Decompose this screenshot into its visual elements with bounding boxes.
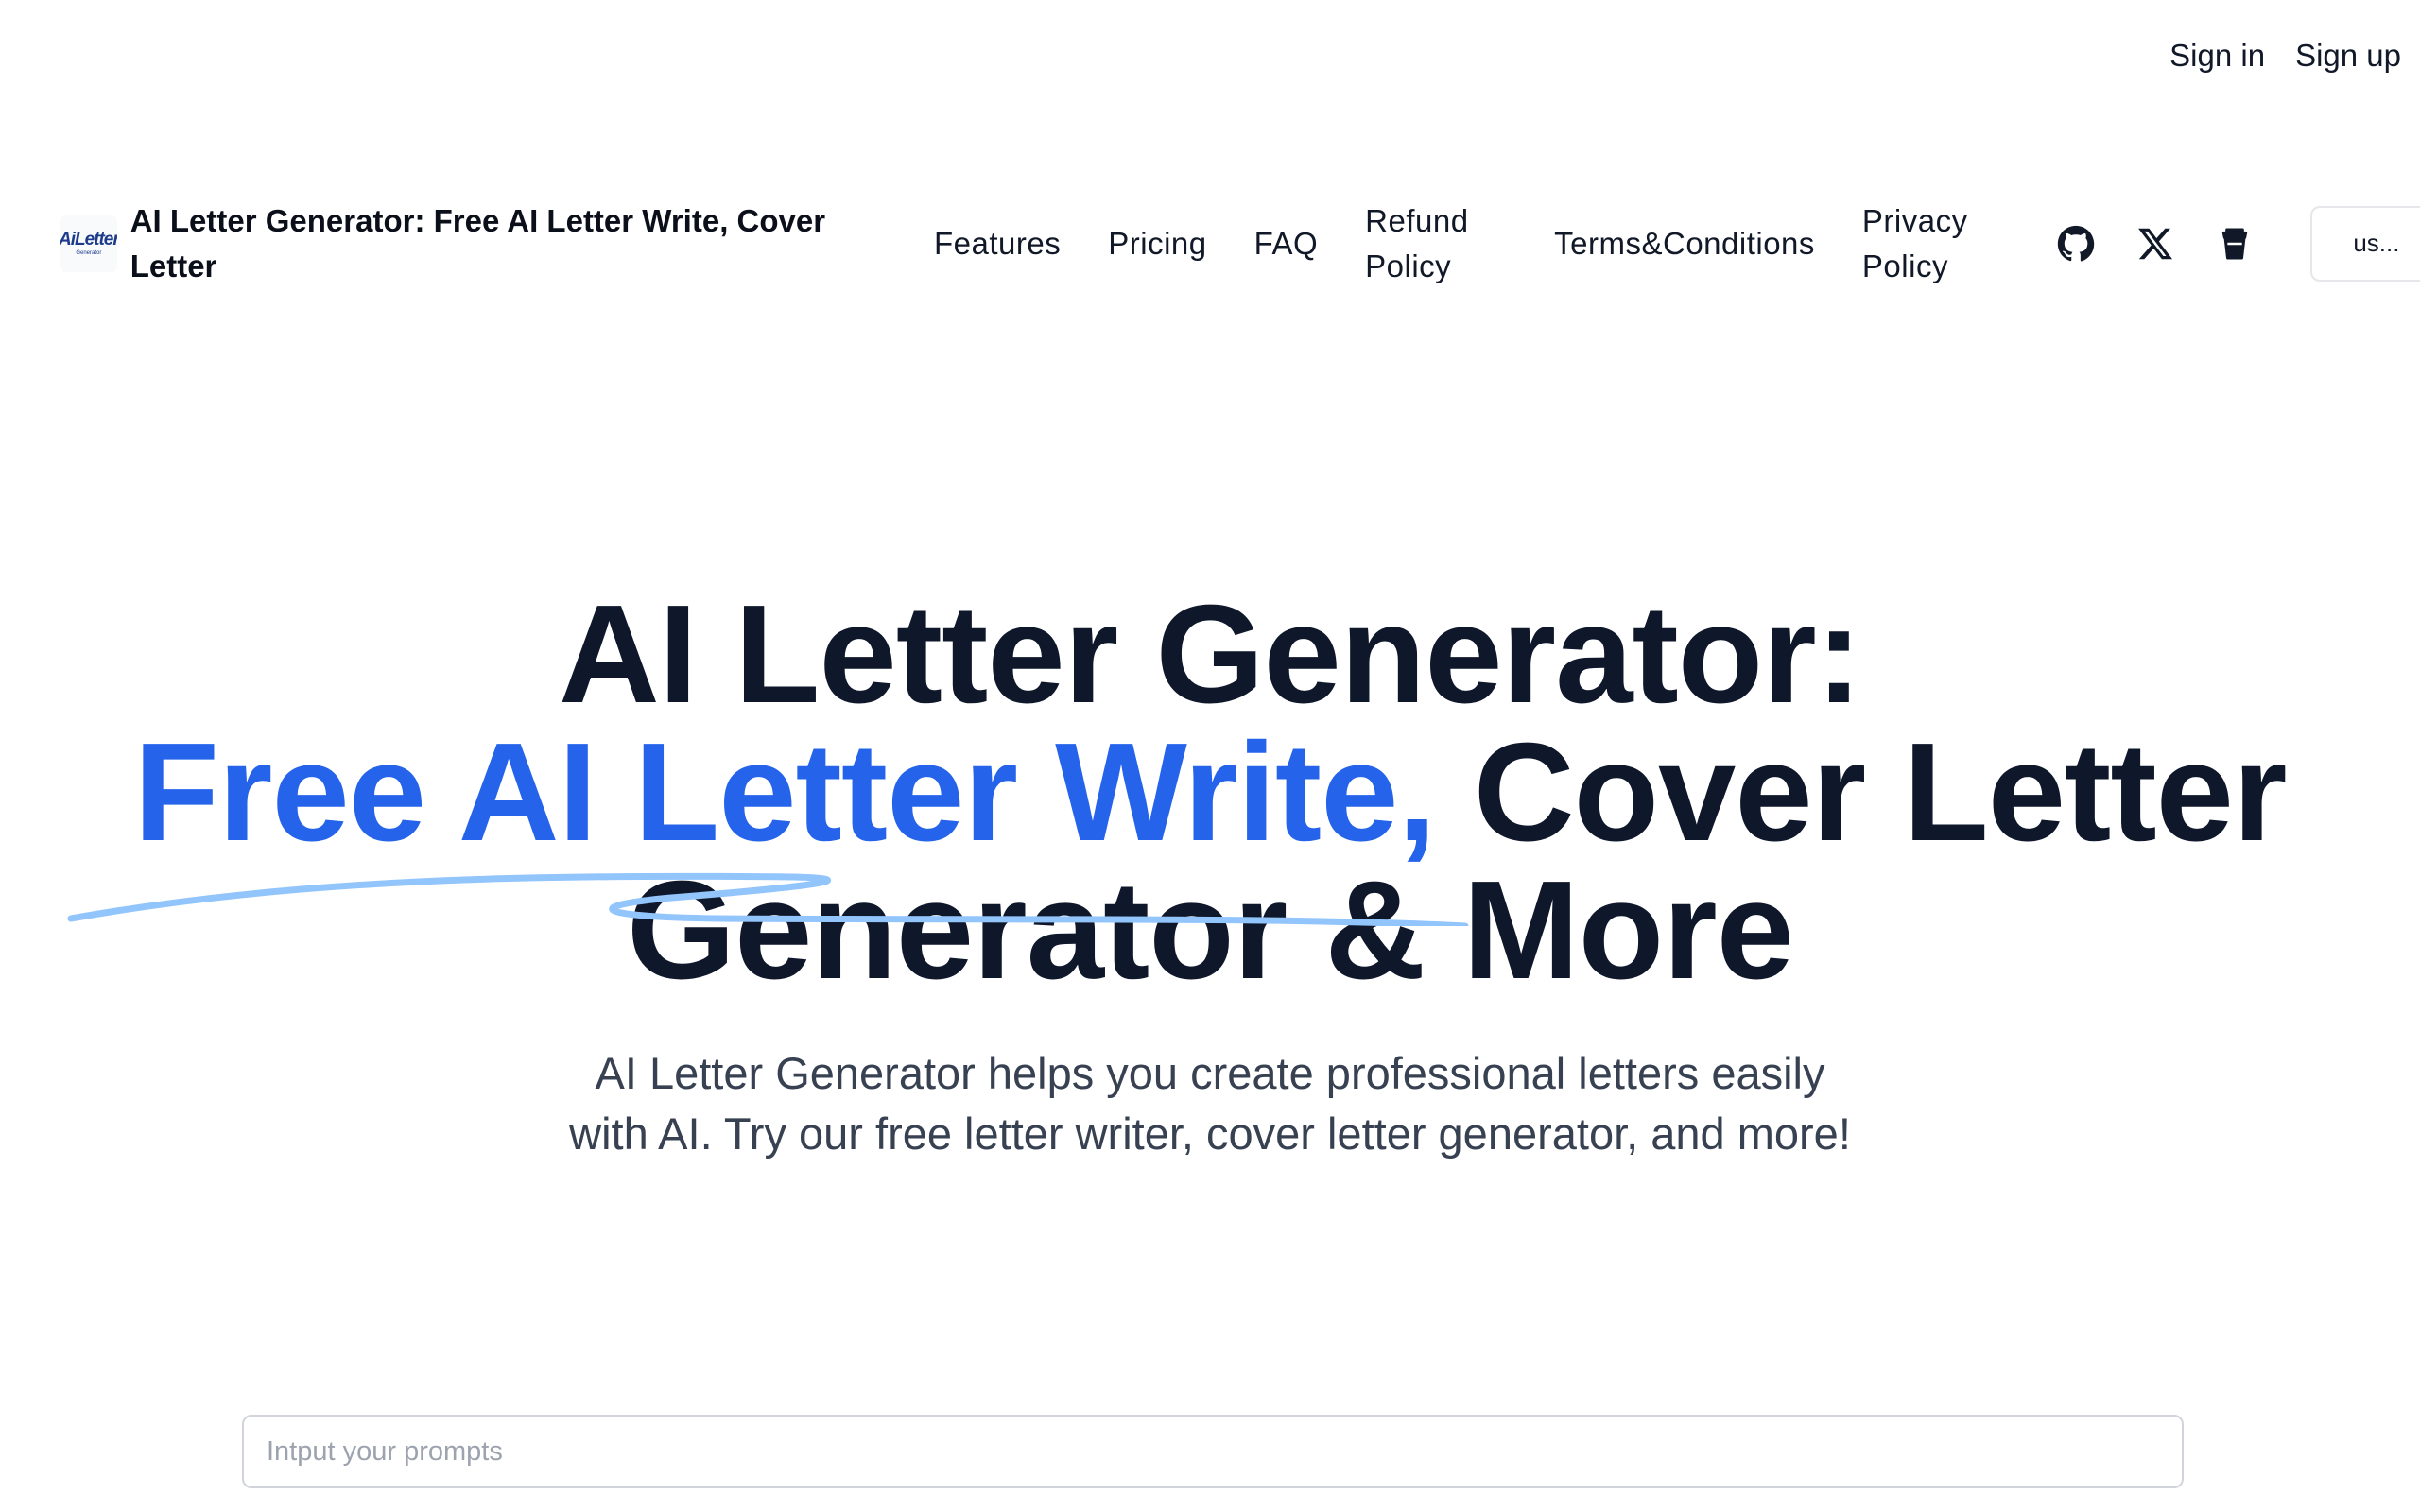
logo-text: AiLetter <box>60 230 117 249</box>
language-value: us... <box>2353 229 2400 257</box>
logo-subtext: Generator <box>76 250 102 256</box>
nav-item-refund-policy[interactable]: Refund Policy <box>1365 198 1507 289</box>
nav-item-faq[interactable]: FAQ <box>1254 221 1319 266</box>
github-icon[interactable] <box>2048 215 2104 272</box>
x-twitter-icon[interactable] <box>2127 215 2184 272</box>
hero-title-line-2: Free AI Letter Write, Cover Letter <box>0 723 2420 863</box>
sign-in-link[interactable]: Sign in <box>2169 38 2265 74</box>
logo: AiLetter Generator <box>60 215 117 272</box>
hero-title-line-1: AI Letter Generator: <box>558 576 1862 732</box>
hero-subtitle: AI Letter Generator helps you create pro… <box>569 1048 1851 1159</box>
hero-title-line-3: Generator & More <box>626 852 1794 1008</box>
page: Sign in Sign up AiLetter Generator AI Le… <box>0 0 2420 1512</box>
nav-item-features[interactable]: Features <box>934 221 1061 266</box>
hero-title-line-2-rest: Cover Letter <box>1435 714 2288 870</box>
hero-title: AI Letter Generator: Free AI Letter Writ… <box>0 576 2420 1008</box>
language-select[interactable]: us... <box>2309 205 2420 282</box>
sign-up-link[interactable]: Sign up <box>2295 38 2401 74</box>
brand-title: AI Letter Generator: Free AI Letter Writ… <box>130 202 826 284</box>
nav-item-terms-conditions[interactable]: Terms&Conditions <box>1554 221 1815 266</box>
hero-title-accent: Free AI Letter Write, <box>133 714 1436 870</box>
header: AiLetter Generator AI Letter Generator: … <box>60 194 2420 293</box>
coffee-cup-icon[interactable] <box>2206 215 2263 272</box>
nav-item-pricing[interactable]: Pricing <box>1108 221 1206 266</box>
main-nav: Features Pricing FAQ Refund Policy Terms… <box>934 198 2420 289</box>
brand[interactable]: AiLetter Generator AI Letter Generator: … <box>60 198 873 289</box>
nav-item-privacy-policy[interactable]: Privacy Policy <box>1862 198 2004 289</box>
prompt-input-wrapper <box>242 1415 2184 1488</box>
hero-section: AI Letter Generator: Free AI Letter Writ… <box>0 576 2420 1164</box>
prompt-input[interactable] <box>242 1415 2184 1488</box>
auth-bar: Sign in Sign up <box>2169 38 2401 74</box>
